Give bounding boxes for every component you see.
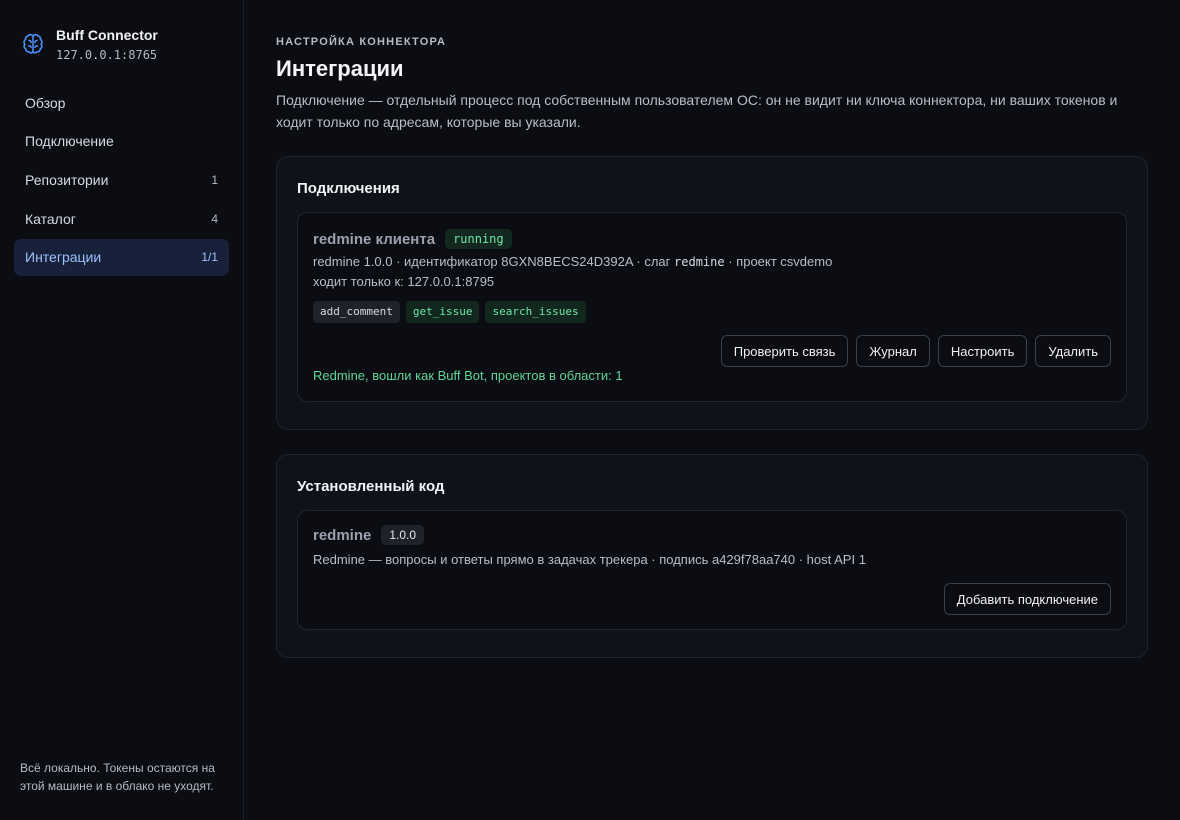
installed-package-card: redmine 1.0.0 Redmine — вопросы и ответы… [297, 510, 1127, 630]
installed-code-panel: Установленный код redmine 1.0.0 Redmine … [276, 454, 1148, 658]
page-title: Интеграции [276, 56, 404, 81]
sidebar-item-label: Каталог [25, 210, 76, 227]
tool-tag: search_issues [485, 301, 586, 323]
connection-card: redmine клиента running redmine 1.0.0 · … [297, 212, 1127, 402]
sidebar-item-count: 1/1 [201, 250, 218, 265]
sidebar-item-label: Подключение [25, 133, 114, 150]
connector-address: 127.0.0.1:8765 [56, 48, 158, 62]
connections-title: Подключения [297, 180, 400, 197]
configure-button[interactable]: Настроить [937, 335, 1028, 367]
connections-panel: Подключения redmine клиента running redm… [276, 156, 1148, 430]
sidebar-note: Всё локально. Токены остаются на этой ма… [20, 761, 215, 793]
sidebar: Buff Connector 127.0.0.1:8765 Обзор Подк… [0, 0, 244, 820]
brain-icon [23, 33, 43, 54]
sidebar-item-count: 4 [211, 211, 218, 226]
tool-tags: add_comment get_issue search_issues [313, 301, 586, 323]
sidebar-item-connection[interactable]: Подключение [14, 123, 229, 160]
connection-slug: redmine [674, 255, 725, 269]
sidebar-item-integrations[interactable]: Интеграции 1/1 [14, 238, 229, 276]
package-name: redmine [313, 526, 372, 544]
sidebar-item-catalog[interactable]: Каталог 4 [14, 200, 229, 237]
delete-button[interactable]: Удалить [1035, 335, 1111, 367]
add-connection-button[interactable]: Добавить подключение [943, 583, 1111, 615]
connection-title-row: redmine клиента running [313, 229, 512, 249]
check-connection-button[interactable]: Проверить связь [720, 335, 849, 367]
sidebar-item-label: Обзор [25, 94, 66, 111]
sidebar-item-label: Репозитории [25, 171, 109, 188]
package-actions: Добавить подключение [943, 583, 1111, 615]
app-title: Buff Connector [56, 27, 158, 43]
package-title-row: redmine 1.0.0 [313, 525, 425, 545]
sidebar-item-repositories[interactable]: Репозитории 1 [14, 161, 229, 198]
status-badge: running [445, 229, 512, 249]
connection-meta-prefix: redmine 1.0.0 · идентификатор 8GXN8BECS2… [313, 254, 671, 269]
connection-meta-suffix: · проект csvdemo [728, 254, 833, 269]
page-eyebrow: НАСТРОЙКА КОННЕКТОРА [276, 36, 447, 48]
installed-code-title: Установленный код [297, 478, 445, 495]
tool-tag: get_issue [405, 301, 480, 323]
version-badge: 1.0.0 [381, 525, 425, 545]
sidebar-item-overview[interactable]: Обзор [14, 84, 229, 121]
connection-actions: Проверить связь Журнал Настроить Удалить [720, 335, 1111, 367]
connection-name: redmine клиента [313, 230, 436, 248]
sidebar-nav: Обзор Подключение Репозитории 1 Каталог … [14, 84, 229, 277]
tool-tag: add_comment [313, 301, 400, 323]
connection-meta: redmine 1.0.0 · идентификатор 8GXN8BECS2… [313, 254, 832, 269]
brand: Buff Connector 127.0.0.1:8765 [20, 27, 158, 62]
page-description: Подключение — отдельный процесс под собс… [276, 92, 1118, 130]
package-description: Redmine — вопросы и ответы прямо в задач… [313, 552, 866, 567]
log-button[interactable]: Журнал [856, 335, 930, 367]
connection-status-text: Redmine, вошли как Buff Bot, проектов в … [313, 368, 623, 383]
sidebar-item-count: 1 [211, 172, 218, 187]
connection-allowed-hosts: ходит только к: 127.0.0.1:8795 [313, 274, 495, 289]
sidebar-item-label: Интеграции [25, 249, 102, 266]
